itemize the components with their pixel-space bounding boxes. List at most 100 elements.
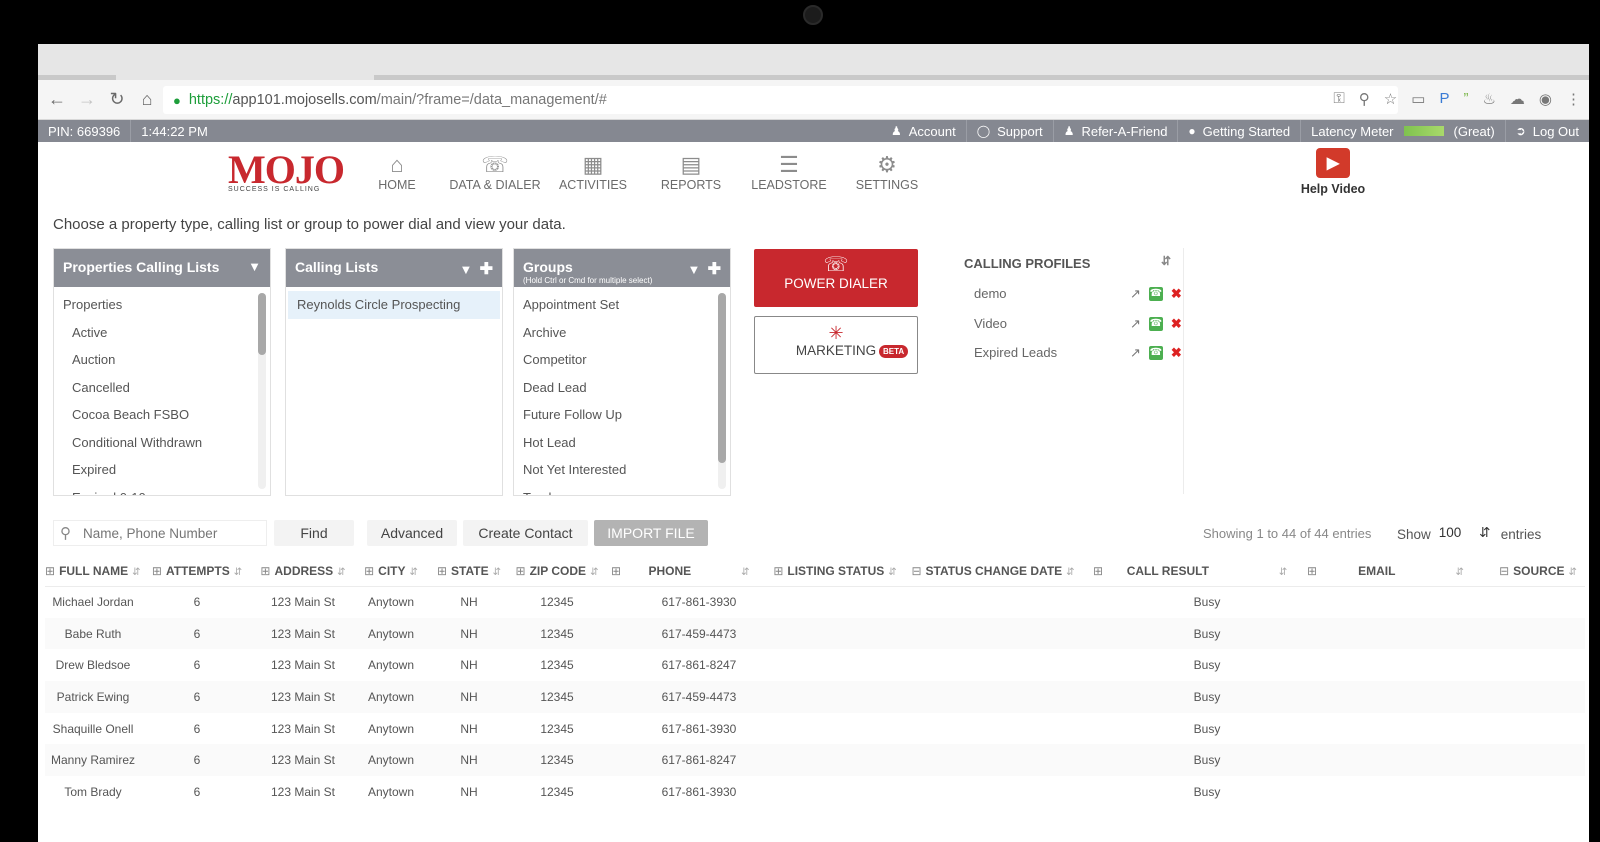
list-item[interactable]: Trash [514,484,730,496]
column-toggle-icon[interactable]: ⊞ [611,564,621,578]
list-item[interactable]: Expired 0-10 [54,484,270,496]
list-item[interactable]: Expired [54,456,270,484]
share-icon[interactable]: ↗ [1130,279,1141,309]
scrollbar-thumb[interactable] [258,293,266,355]
sort-icon[interactable]: ⇵ [1569,567,1577,578]
table-row[interactable]: Patrick Ewing 6 123 Main St Anytown NH 12345 6… [45,681,1585,713]
table-row[interactable]: Manny Ramirez 6 123 Main St Anytown NH 12345 6… [45,744,1585,777]
column-toggle-icon[interactable]: ⊞ [1093,564,1103,578]
list-item[interactable]: Cancelled [54,374,270,402]
column-toggle-icon[interactable]: ⊞ [1307,564,1317,578]
reload-icon[interactable]: ↻ [102,89,132,110]
list-item[interactable]: Archive [514,319,730,347]
nav-reports[interactable]: ▤ REPORTS [642,152,740,192]
cell-full-name[interactable]: Drew Bledsoe [45,649,141,681]
delete-icon[interactable]: ✖ [1171,338,1182,368]
refer-link[interactable]: ♟ Refer-A-Friend [1054,120,1179,142]
star-icon[interactable]: ☆ [1384,90,1397,108]
col-state[interactable]: ⊞ STATE ⇵ [429,556,509,587]
marketing-button[interactable]: ✳ MARKETING BETA [754,316,918,374]
nav-activities[interactable]: ▦ ACTIVITIES [544,152,642,192]
col-listing-status[interactable]: ⊞ LISTING STATUS ⇵ [767,556,903,587]
table-row[interactable]: Babe Ruth 6 123 Main St Anytown NH 12345 617-4… [45,617,1585,650]
bell-icon[interactable]: ♨ [1482,90,1495,108]
table-row[interactable]: Drew Bledsoe 6 123 Main St Anytown NH 12345 61… [45,649,1585,681]
column-toggle-icon[interactable]: ⊟ [1499,564,1509,578]
cast-icon[interactable]: ▭ [1411,90,1425,108]
account-link[interactable]: ♟ Account [881,120,967,142]
sort-icon[interactable]: ⇵ [410,567,418,578]
profile-name[interactable]: Video [974,316,1007,331]
list-item[interactable]: Active [54,319,270,347]
col-city[interactable]: ⊞ CITY ⇵ [353,556,429,587]
delete-icon[interactable]: ✖ [1171,309,1182,339]
cell-full-name[interactable]: Babe Ruth [45,617,141,650]
share-icon[interactable]: ↗ [1130,338,1141,368]
nav-data-dialer[interactable]: ☏ DATA & DIALER [446,152,544,192]
col-address[interactable]: ⊞ ADDRESS ⇵ [253,556,353,587]
sort-icon[interactable]: ⇵ [1455,567,1463,578]
dropdown-icon[interactable]: ▼ [687,262,700,277]
sort-icon[interactable]: ⇵ [1161,254,1171,268]
cell-full-name[interactable]: Tom Brady [45,776,141,808]
sort-icon[interactable]: ⇵ [1066,567,1074,578]
logout-link[interactable]: ➲ Log Out [1506,120,1589,142]
column-toggle-icon[interactable]: ⊟ [911,564,921,578]
getting-started-link[interactable]: ● Getting Started [1178,120,1302,142]
nav-settings[interactable]: ⚙ SETTINGS [838,152,936,192]
nav-leadstore[interactable]: ☰ LEADSTORE [740,152,838,192]
list-item[interactable]: Not Yet Interested [514,456,730,484]
column-toggle-icon[interactable]: ⊞ [773,564,783,578]
list-item[interactable]: Dead Lead [514,374,730,402]
scrollbar[interactable] [718,293,726,489]
column-toggle-icon[interactable]: ⊞ [152,564,162,578]
nav-home[interactable]: ⌂ HOME [348,152,446,192]
list-item[interactable]: Cocoa Beach FSBO [54,401,270,429]
col-full-name[interactable]: ⊞ FULL NAME ⇵ [45,556,141,587]
quote-icon[interactable]: ” [1463,90,1468,108]
table-row[interactable]: Tom Brady 6 123 Main St Anytown NH 12345 617-8… [45,776,1585,808]
cell-full-name[interactable]: Patrick Ewing [45,681,141,713]
scrollbar[interactable] [258,293,266,489]
column-toggle-icon[interactable]: ⊞ [45,564,55,578]
help-video-button[interactable]: ▶ Help Video [1293,148,1373,196]
table-row[interactable]: Shaquille Onell 6 123 Main St Anytown NH 1234… [45,713,1585,745]
cell-phone[interactable]: 617-861-3930 [631,713,767,745]
col-zip-code[interactable]: ⊞ ZIP CODE ⇵ [509,556,605,587]
share-icon[interactable]: ↗ [1130,309,1141,339]
dropdown-icon[interactable]: ▼ [248,259,261,274]
col-hidden[interactable]: ⊞ [1297,556,1331,587]
search-input[interactable] [83,525,253,541]
list-item[interactable]: Reynolds Circle Prospecting [288,291,500,319]
col-call-result[interactable]: CALL RESULT ⇵ [1117,556,1297,587]
list-item[interactable]: Hot Lead [514,429,730,457]
find-button[interactable]: Find [274,520,354,546]
cell-full-name[interactable]: Manny Ramirez [45,744,141,777]
col-source[interactable]: ⊟ SOURCE ⇵ [1491,556,1585,587]
sort-icon[interactable]: ⇵ [590,567,598,578]
url-field[interactable]: ● https:// app101.mojosells.com /main/?f… [163,86,1398,114]
pinterest-icon[interactable]: P [1439,90,1449,108]
advanced-button[interactable]: Advanced [367,520,457,546]
home-browser-icon[interactable]: ⌂ [132,89,162,110]
cell-phone[interactable]: 617-861-3930 [631,586,767,618]
col-email[interactable]: EMAIL ⇵ [1331,556,1491,587]
cell-phone[interactable]: 617-459-4473 [631,617,767,650]
col-attempts[interactable]: ⊞ ATTEMPTS ⇵ [141,556,253,587]
sort-icon[interactable]: ⇵ [337,567,345,578]
col-hidden[interactable]: ⊞ [1083,556,1117,587]
dropdown-icon[interactable]: ▼ [459,262,472,277]
create-contact-button[interactable]: Create Contact [463,520,588,546]
list-item[interactable]: Appointment Set [514,291,730,319]
menu-icon[interactable]: ⋮ [1566,90,1581,108]
sort-icon[interactable]: ⇵ [493,567,501,578]
zoom-icon[interactable]: ⚲ [1359,90,1370,108]
column-toggle-icon[interactable]: ⊞ [516,564,526,578]
column-toggle-icon[interactable]: ⊞ [437,564,447,578]
col-status-change-date[interactable]: ⊟ STATUS CHANGE DATE ⇵ [903,556,1083,587]
list-item[interactable]: Properties [54,291,270,319]
call-icon[interactable]: ☎ [1148,287,1163,301]
sort-icon[interactable]: ⇵ [741,567,749,578]
list-item[interactable]: Future Follow Up [514,401,730,429]
profile-name[interactable]: demo [974,286,1007,301]
